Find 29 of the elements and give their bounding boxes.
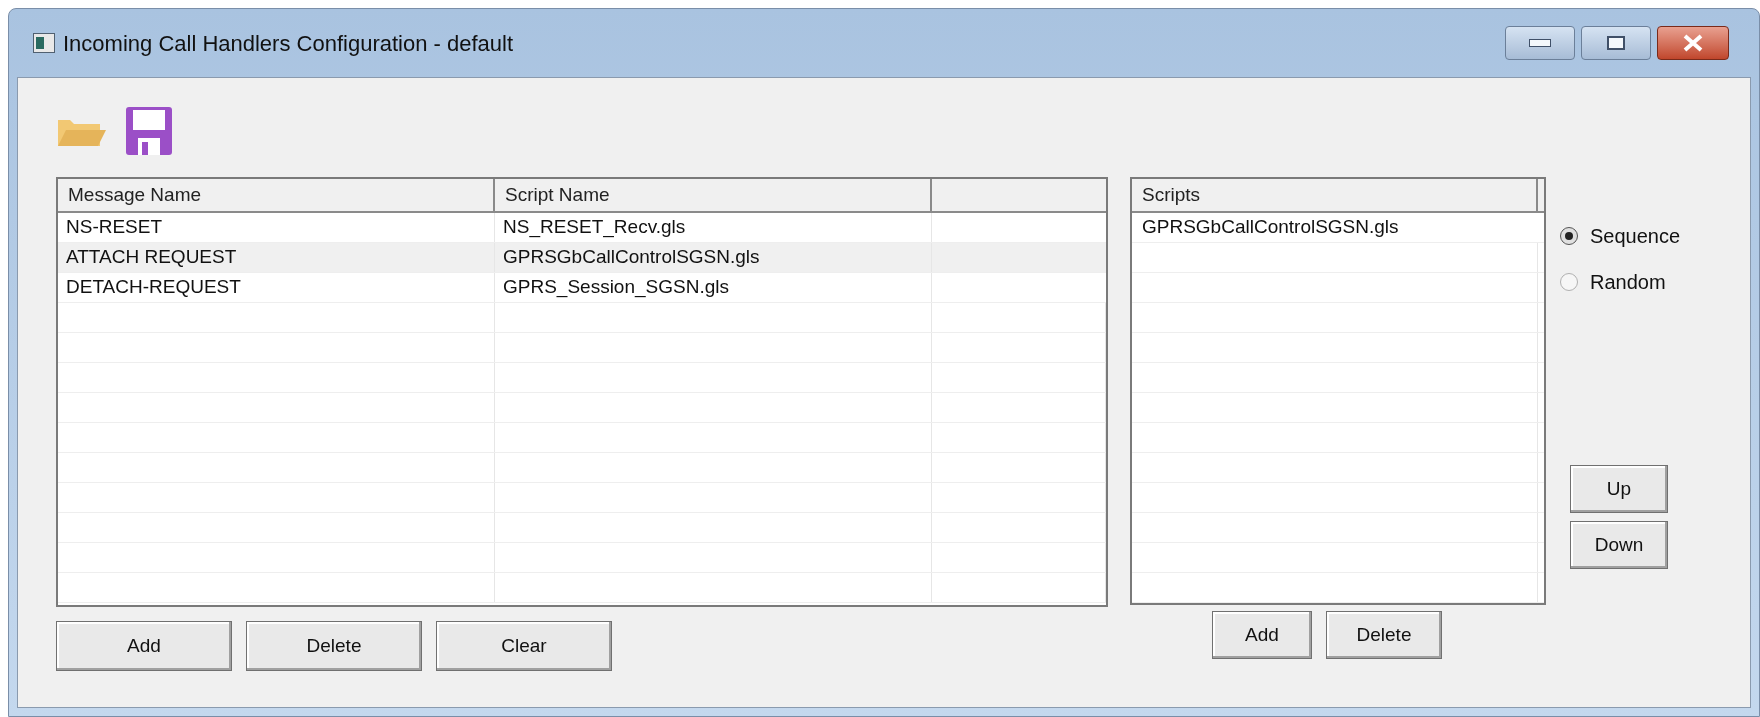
table-row[interactable]: DETACH-REQUEST GPRS_Session_SGSN.gls (58, 273, 1106, 303)
minimize-button[interactable] (1505, 26, 1575, 60)
table-row[interactable]: NS-RESET NS_RESET_Recv.gls (58, 213, 1106, 243)
table-cell-text: NS_RESET_Recv.gls (503, 215, 686, 240)
save-icon[interactable] (126, 106, 172, 155)
table-row[interactable]: ATTACH REQUEST GPRSGbCallControlSGSN.gls (58, 243, 1106, 273)
table-cell-text: ATTACH REQUEST (66, 245, 237, 270)
close-icon (1682, 34, 1704, 52)
app-icon (33, 33, 55, 53)
close-button[interactable] (1657, 26, 1729, 60)
window-title: Incoming Call Handlers Configuration - default (63, 29, 513, 58)
column-header[interactable]: Message Name (58, 179, 495, 211)
radio-button[interactable] (1560, 273, 1578, 291)
action-button[interactable]: Delete (1326, 611, 1442, 659)
action-button[interactable]: Clear (436, 621, 612, 671)
radio-label[interactable]: Random (1590, 267, 1666, 297)
table-cell-text: NS-RESET (66, 215, 163, 240)
table-cell-text: DETACH-REQUEST (66, 275, 241, 300)
radio-label[interactable]: Sequence (1590, 221, 1681, 251)
action-button[interactable]: Add (1212, 611, 1312, 659)
move-button[interactable]: Up (1570, 465, 1668, 513)
table-cell-text: GPRS_Session_SGSN.gls (503, 275, 729, 300)
action-button[interactable]: Delete (246, 621, 422, 671)
maximize-button[interactable] (1581, 26, 1651, 60)
action-button[interactable]: Add (56, 621, 232, 671)
radio-button[interactable] (1560, 227, 1578, 245)
table-cell-text: GPRSGbCallControlSGSN.gls (503, 245, 760, 270)
move-button[interactable]: Down (1570, 521, 1668, 569)
column-header[interactable]: Script Name (495, 179, 932, 211)
